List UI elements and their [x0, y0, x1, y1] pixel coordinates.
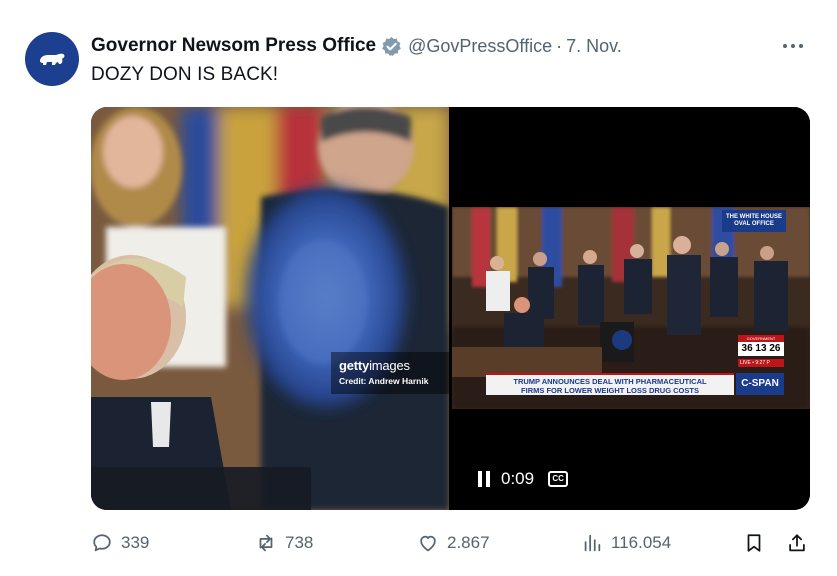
reply-button[interactable]: 339 — [91, 528, 149, 558]
video-time: 0:09 — [501, 469, 535, 488]
author-name[interactable]: Governor Newsom Press Office — [91, 35, 376, 57]
getty-logo: gettyimages — [339, 358, 410, 373]
news-chyron: TRUMP ANNOUNCES DEAL WITH PHARMACEUTICAL… — [486, 373, 734, 395]
separator-dot: · — [556, 35, 563, 56]
photo-credit: Credit: Andrew Harnik — [339, 376, 429, 386]
cspan-logo: C-SPAN — [736, 373, 784, 395]
right-video[interactable]: THE WHITE HOUSE OVAL OFFICE GOVERNMENT S… — [452, 107, 810, 510]
tweet-header: Governor Newsom Press Office @GovPressOf… — [91, 33, 807, 59]
tweet-card: Governor Newsom Press Office @GovPressOf… — [0, 0, 837, 576]
closed-captions-icon[interactable]: CC — [548, 471, 569, 487]
bookmark-button[interactable] — [743, 528, 765, 558]
analytics-icon — [584, 534, 601, 552]
media-grid: gettyimages Credit: Andrew Harnik THE WH… — [91, 107, 810, 510]
share-button[interactable] — [786, 528, 808, 558]
heart-icon — [420, 535, 436, 552]
views-button[interactable]: 116.054 — [581, 528, 671, 558]
like-button[interactable]: 2.867 — [417, 528, 490, 558]
author-handle[interactable]: @GovPressOffice — [408, 36, 552, 57]
share-icon — [789, 534, 805, 552]
video-frame: THE WHITE HOUSE OVAL OFFICE GOVERNMENT S… — [452, 207, 810, 409]
repost-count: 738 — [285, 533, 314, 552]
left-photo-image — [91, 107, 449, 510]
getty-watermark: gettyimages Credit: Andrew Harnik — [331, 352, 449, 394]
california-bear-icon — [40, 53, 65, 65]
video-controls: 0:09 CC — [478, 467, 569, 491]
reply-icon — [93, 534, 111, 552]
live-tag: LIVE • 9:27 P — [738, 359, 784, 367]
location-badge: THE WHITE HOUSE OVAL OFFICE — [722, 210, 786, 232]
view-count: 116.054 — [611, 533, 672, 552]
left-photo[interactable]: gettyimages Credit: Andrew Harnik — [91, 107, 449, 510]
shutdown-clock: GOVERNMENT SHUTDOWN 36 13 26 LIVE • 9:27… — [738, 335, 784, 369]
more-options-icon — [783, 44, 803, 48]
bookmark-icon — [747, 534, 761, 552]
more-options-button[interactable] — [779, 33, 807, 59]
action-bar: 339 738 2.867 116.054 — [91, 528, 811, 558]
profile-avatar[interactable] — [25, 32, 79, 86]
reply-count: 339 — [121, 533, 150, 552]
pause-icon[interactable] — [478, 471, 492, 487]
tweet-date[interactable]: 7. Nov. — [566, 36, 622, 57]
repost-button[interactable]: 738 — [255, 528, 313, 558]
verified-badge-icon — [381, 36, 402, 57]
repost-icon — [259, 534, 273, 552]
tweet-text: DOZY DON IS BACK! — [91, 64, 279, 85]
like-count: 2.867 — [447, 533, 490, 552]
